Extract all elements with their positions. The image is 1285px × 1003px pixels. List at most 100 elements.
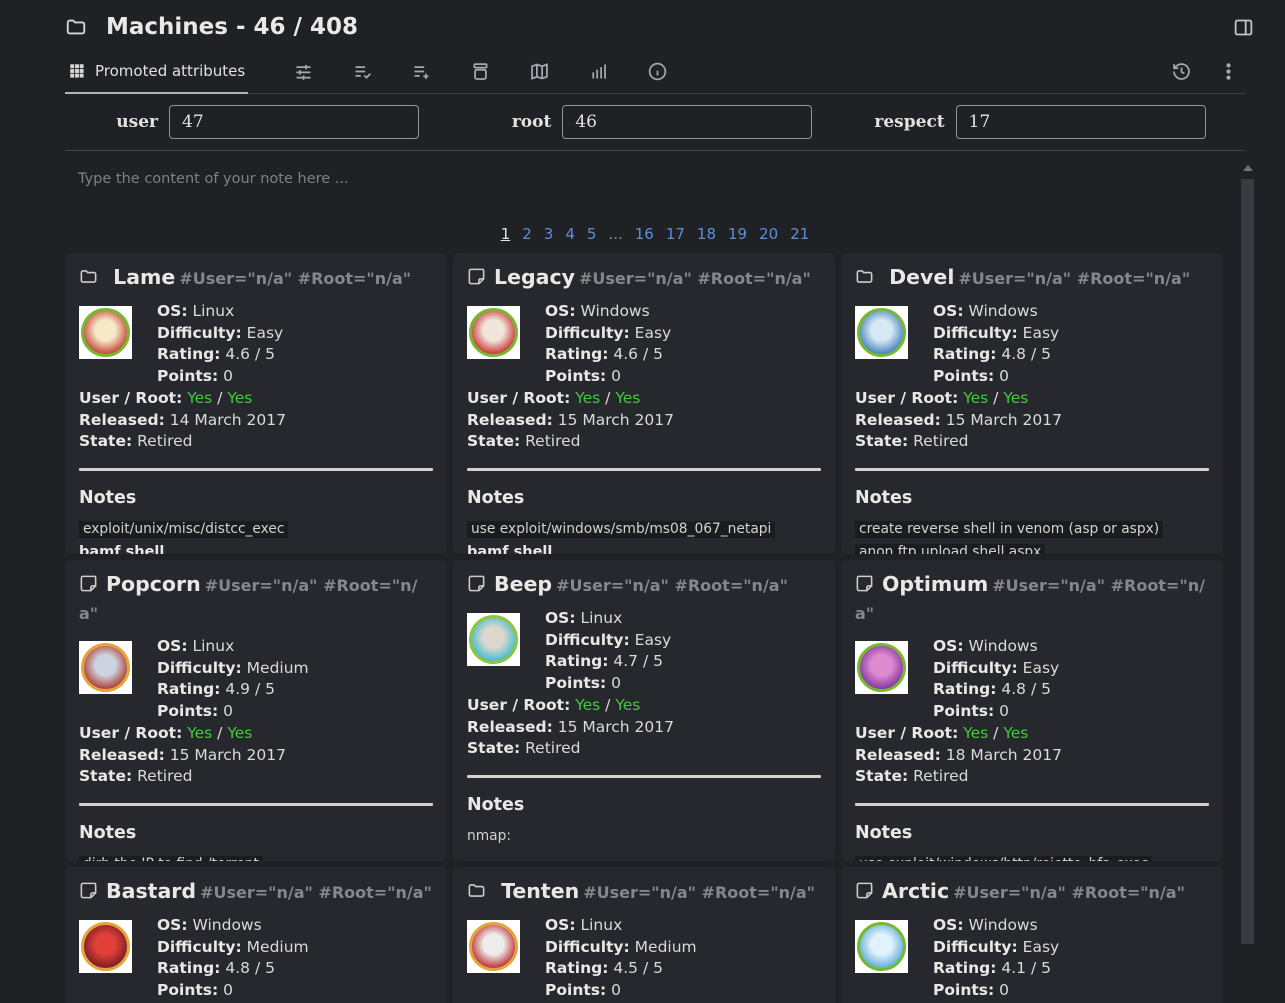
note-line: create reverse shell in venom (asp or as… bbox=[855, 521, 1209, 538]
points-value: 0 bbox=[223, 981, 233, 999]
points-label: Points: bbox=[933, 702, 994, 720]
machine-card[interactable]: Lame#User="n/a" #Root="n/a" OS: Linux Di… bbox=[65, 253, 447, 554]
note-editor-placeholder[interactable]: Type the content of your note here ... bbox=[65, 151, 1245, 187]
released-line: Released: 15 March 2017 bbox=[467, 410, 821, 432]
difficulty-value: Easy bbox=[1023, 324, 1060, 342]
machine-card[interactable]: Popcorn#User="n/a" #Root="n/a" OS: Linux… bbox=[65, 560, 447, 861]
bar-chart-icon[interactable] bbox=[588, 61, 609, 82]
difficulty-label: Difficulty: bbox=[157, 938, 242, 956]
scroll-up-arrow[interactable] bbox=[1243, 165, 1253, 171]
difficulty-label: Difficulty: bbox=[545, 938, 630, 956]
difficulty-label: Difficulty: bbox=[545, 324, 630, 342]
machine-title: Tenten#User="n/a" #Root="n/a" bbox=[467, 878, 821, 906]
machine-avatar bbox=[467, 613, 520, 666]
user-root-line: User / Root: Yes / Yes bbox=[79, 388, 433, 410]
avatar-image bbox=[857, 922, 906, 971]
page-link-16[interactable]: 16 bbox=[635, 225, 654, 243]
os-value: Windows bbox=[968, 916, 1037, 934]
respect-input[interactable] bbox=[956, 105, 1206, 139]
rating-value: 4.6 / 5 bbox=[225, 345, 275, 363]
machine-title: Optimum#User="n/a" #Root="n/a" bbox=[855, 571, 1209, 627]
notes-preview: use exploit/windows/smb/ms08_067_netapib… bbox=[467, 521, 821, 554]
page-link-20[interactable]: 20 bbox=[759, 225, 778, 243]
page-link-5[interactable]: 5 bbox=[587, 225, 597, 243]
page-link-17[interactable]: 17 bbox=[666, 225, 685, 243]
root-input[interactable] bbox=[562, 105, 812, 139]
info-icon[interactable] bbox=[647, 61, 668, 82]
machine-card[interactable]: Bastard#User="n/a" #Root="n/a" OS: Windo… bbox=[65, 867, 447, 1003]
tab-promoted-attributes[interactable]: Promoted attributes bbox=[65, 49, 248, 94]
machine-card[interactable]: Beep#User="n/a" #Root="n/a" OS: Linux Di… bbox=[453, 560, 835, 861]
list-check-icon[interactable] bbox=[352, 61, 373, 82]
difficulty-label: Difficulty: bbox=[933, 659, 1018, 677]
machine-card[interactable]: Legacy#User="n/a" #Root="n/a" OS: Window… bbox=[453, 253, 835, 554]
machine-details: OS: Linux Difficulty: Medium Rating: 4.9… bbox=[79, 636, 433, 788]
promoted-attributes-bar: user root respect bbox=[65, 94, 1245, 151]
panel-toggle-button[interactable] bbox=[1233, 17, 1254, 42]
machine-name: Beep bbox=[494, 572, 552, 596]
rating-value: 4.8 / 5 bbox=[1001, 680, 1051, 698]
user-root-line: User / Root: Yes / Yes bbox=[467, 388, 821, 410]
released-value: 15 March 2017 bbox=[170, 746, 286, 764]
machine-details: OS: Windows Difficulty: Easy Rating: 4.8… bbox=[855, 636, 1209, 788]
machine-card[interactable]: Devel#User="n/a" #Root="n/a" OS: Windows… bbox=[841, 253, 1223, 554]
note-line: bamf shell bbox=[467, 544, 821, 554]
os-value: Windows bbox=[192, 916, 261, 934]
difficulty-value: Medium bbox=[635, 938, 697, 956]
card-divider bbox=[467, 468, 821, 471]
difficulty-label: Difficulty: bbox=[157, 659, 242, 677]
avatar-image bbox=[469, 922, 518, 971]
map-icon[interactable] bbox=[529, 61, 550, 82]
machine-title: Bastard#User="n/a" #Root="n/a" bbox=[79, 878, 433, 906]
page-link-21[interactable]: 21 bbox=[790, 225, 809, 243]
kebab-menu-icon[interactable] bbox=[1218, 61, 1239, 82]
difficulty-value: Easy bbox=[1023, 659, 1060, 677]
list-plus-icon[interactable] bbox=[411, 61, 432, 82]
machine-card[interactable]: Optimum#User="n/a" #Root="n/a" OS: Windo… bbox=[841, 560, 1223, 861]
state-line: State: Retired bbox=[855, 766, 1209, 788]
points-label: Points: bbox=[157, 981, 218, 999]
os-label: OS: bbox=[933, 302, 964, 320]
points-value: 0 bbox=[611, 981, 621, 999]
user-input[interactable] bbox=[169, 105, 419, 139]
page-link-18[interactable]: 18 bbox=[697, 225, 716, 243]
machine-card[interactable]: Tenten#User="n/a" #Root="n/a" OS: Linux … bbox=[453, 867, 835, 1003]
difficulty-value: Easy bbox=[635, 324, 672, 342]
points-value: 0 bbox=[611, 367, 621, 385]
archive-icon[interactable] bbox=[470, 61, 491, 82]
os-label: OS: bbox=[545, 609, 576, 627]
machine-details: OS: Windows Difficulty: Easy Rating: 4.6… bbox=[467, 301, 821, 453]
points-value: 0 bbox=[611, 674, 621, 692]
note-icon bbox=[855, 574, 874, 593]
scrollbar-thumb[interactable] bbox=[1241, 179, 1254, 944]
scrollbar bbox=[1241, 165, 1254, 944]
points-value: 0 bbox=[223, 702, 233, 720]
note-icon bbox=[79, 881, 98, 900]
note-icon bbox=[855, 881, 874, 900]
root-flag: Yes bbox=[615, 389, 640, 407]
difficulty-label: Difficulty: bbox=[933, 324, 1018, 342]
machine-name: Devel bbox=[889, 265, 954, 289]
difficulty-label: Difficulty: bbox=[157, 324, 242, 342]
page-link-4[interactable]: 4 bbox=[565, 225, 575, 243]
machine-card[interactable]: Arctic#User="n/a" #Root="n/a" OS: Window… bbox=[841, 867, 1223, 1003]
os-value: Linux bbox=[580, 916, 622, 934]
page-link-3[interactable]: 3 bbox=[544, 225, 554, 243]
page-link-2[interactable]: 2 bbox=[522, 225, 532, 243]
note-icon bbox=[79, 574, 98, 593]
page-ellipsis: ... bbox=[608, 225, 622, 243]
notes-heading: Notes bbox=[467, 795, 821, 815]
card-divider bbox=[79, 803, 433, 806]
history-icon[interactable] bbox=[1171, 61, 1192, 82]
page-title: Machines - 46 / 408 bbox=[106, 14, 358, 40]
sliders-icon[interactable] bbox=[293, 61, 314, 82]
page-link-1[interactable]: 1 bbox=[501, 225, 511, 243]
machine-avatar bbox=[79, 641, 132, 694]
page-link-19[interactable]: 19 bbox=[728, 225, 747, 243]
machine-title: Devel#User="n/a" #Root="n/a" bbox=[855, 264, 1209, 292]
points-value: 0 bbox=[999, 367, 1009, 385]
note-line: exploit/unix/misc/distcc_exec bbox=[79, 521, 433, 538]
user-root-line: User / Root: Yes / Yes bbox=[467, 695, 821, 717]
points-label: Points: bbox=[157, 702, 218, 720]
user-root-label: User / Root: bbox=[855, 724, 958, 742]
